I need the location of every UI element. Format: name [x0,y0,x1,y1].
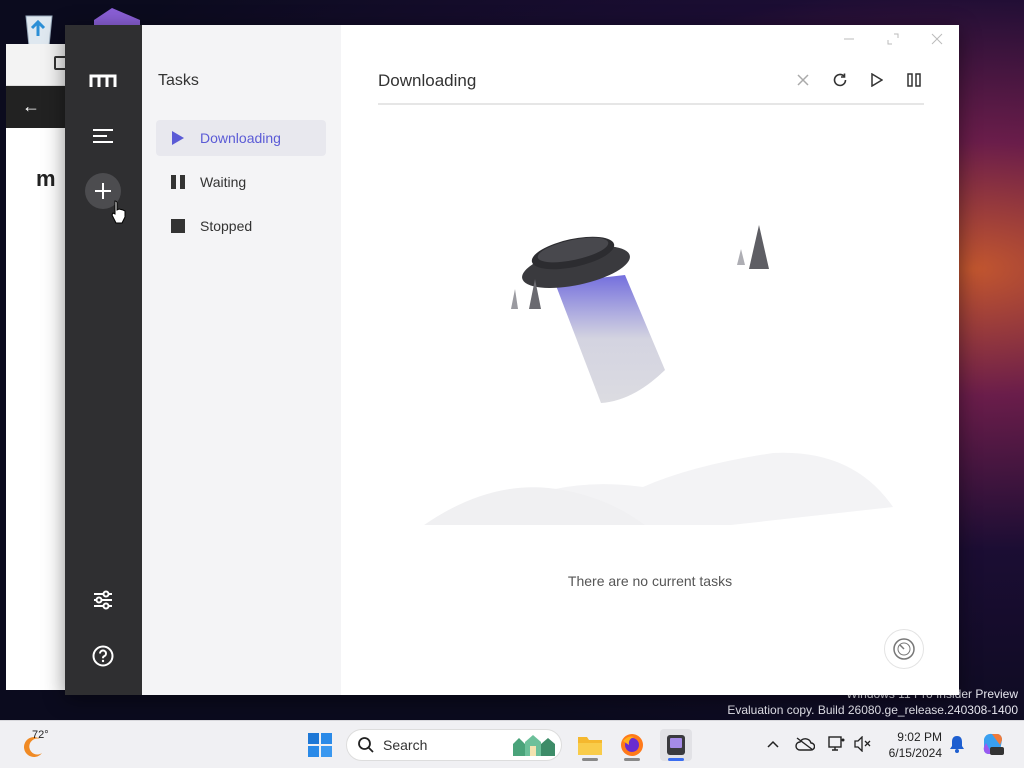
motrix-logo-icon[interactable] [85,63,121,99]
menu-item-label: Downloading [200,130,281,146]
recycle-bin-icon[interactable] [20,8,58,48]
start-button[interactable] [308,733,332,757]
pause-icon [170,174,186,190]
search-highlight-icon [513,735,555,756]
play-icon [170,130,186,146]
taskbar-clock[interactable]: 9:02 PM 6/15/2024 [872,729,942,761]
preferences-button[interactable] [85,582,121,618]
search-icon [358,737,374,753]
motrix-window: Tasks Downloading Waiting Stopped Downlo… [65,25,959,695]
network-icon[interactable] [826,733,848,755]
notification-bell-icon[interactable] [946,733,968,755]
empty-state-illustration [403,205,899,541]
maximize-button[interactable] [885,31,901,47]
sliders-icon [94,590,112,610]
motrix-taskbar-icon[interactable] [660,729,692,761]
plus-icon [95,183,111,199]
menu-item-label: Waiting [200,174,247,190]
firefox-icon[interactable] [616,729,648,761]
help-icon [92,645,114,667]
clock-time: 9:02 PM [897,730,942,744]
empty-state-text: There are no current tasks [567,573,733,589]
content-header: Downloading [378,65,924,105]
weather-temp: 72° [32,729,49,741]
tasks-title: Tasks [158,72,199,89]
windows-logo-icon [308,733,332,757]
active-indicator [668,758,684,761]
volume-muted-icon[interactable] [852,733,874,755]
file-explorer-icon[interactable] [574,729,606,761]
stop-icon [170,218,186,234]
copilot-icon[interactable] [980,731,1006,757]
running-indicator [582,758,598,761]
help-button[interactable] [85,638,121,674]
speedometer-icon [893,638,915,660]
main-content: Downloading There are no current tasks [341,25,959,695]
close-icon[interactable] [793,70,813,90]
running-indicator [624,758,640,761]
cloud-offline-icon[interactable] [794,733,816,755]
clock-date: 6/15/2024 [888,746,942,760]
minimize-button[interactable] [841,31,857,47]
page-title: Downloading [378,71,477,90]
menu-item-label: Stopped [200,218,253,234]
tasks-panel: Tasks Downloading Waiting Stopped [142,25,341,695]
menu-item-downloading[interactable]: Downloading [156,120,326,156]
menu-icon[interactable] [85,118,121,154]
window-controls [841,31,945,47]
app-rail [65,25,142,695]
menu-item-stopped[interactable]: Stopped [156,208,326,244]
speed-limit-button[interactable] [884,629,924,669]
close-window-button[interactable] [929,31,945,47]
taskbar: 72° Search 9:02 PM 6/15/2024 [0,720,1024,768]
mouse-cursor-icon [110,200,128,224]
resume-all-icon[interactable] [867,70,887,90]
search-label: Search [383,737,428,753]
task-actions [793,70,924,90]
taskbar-search[interactable]: Search [346,729,562,761]
refresh-icon[interactable] [830,70,850,90]
background-logo-fragment: m [36,166,56,191]
chevron-up-icon[interactable] [762,733,784,755]
weather-widget[interactable]: 72° [20,727,60,763]
pause-all-icon[interactable] [904,70,924,90]
back-arrow-icon[interactable]: ← [22,96,40,117]
menu-item-waiting[interactable]: Waiting [156,164,326,200]
